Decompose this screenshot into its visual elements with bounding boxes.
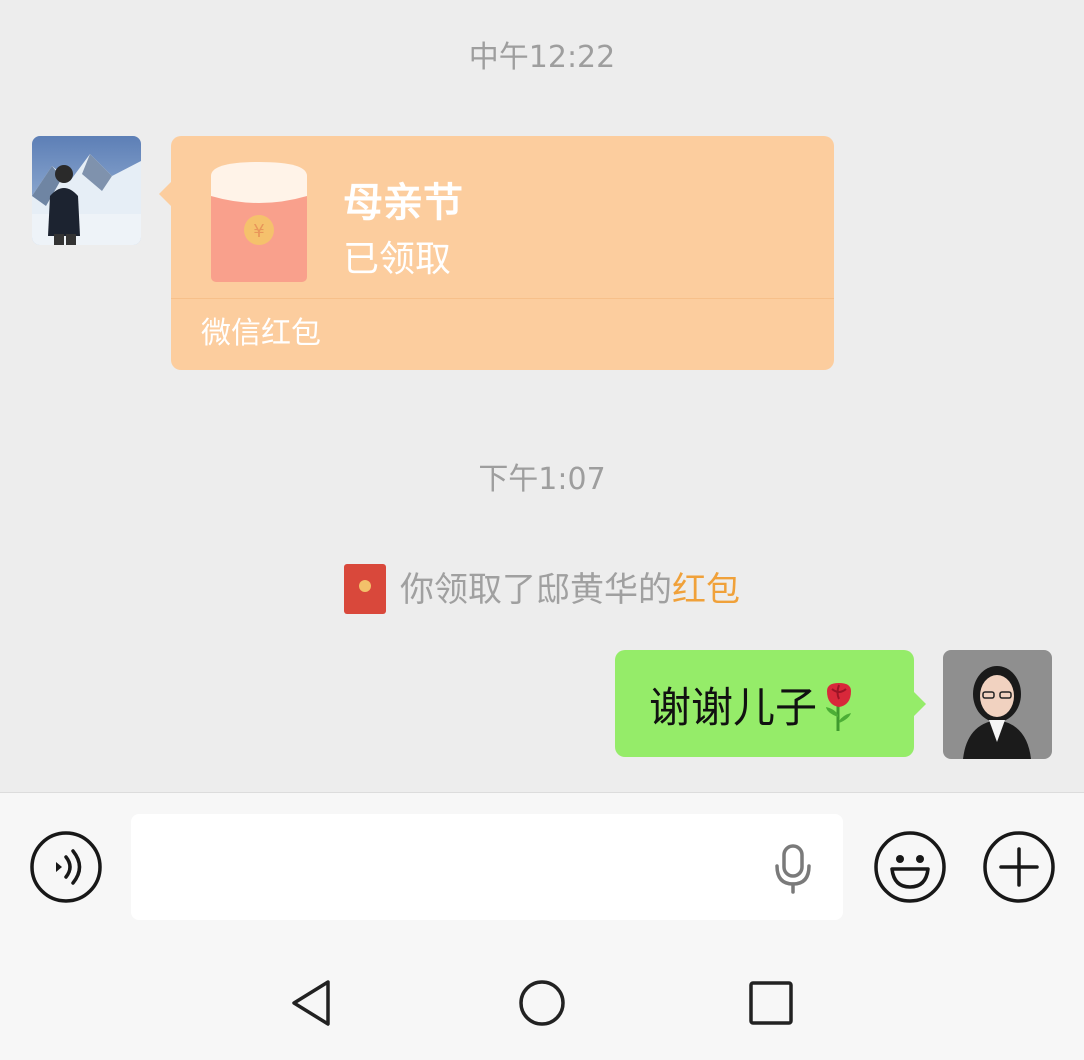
red-envelope-icon: ¥: [211, 162, 307, 282]
nav-recents-icon[interactable]: [746, 978, 796, 1028]
my-avatar[interactable]: [943, 650, 1052, 759]
voice-mode-icon[interactable]: [30, 831, 102, 903]
system-message-text: 你领取了邸黄华的: [400, 570, 672, 610]
nav-home-icon[interactable]: [517, 978, 567, 1028]
contact-avatar[interactable]: [32, 136, 141, 245]
red-packet-status: 已领取: [343, 239, 452, 280]
system-navigation-bar: [0, 938, 1084, 1060]
red-packet-card[interactable]: ¥ 母亲节 已领取 微信红包: [159, 136, 834, 370]
message-input[interactable]: [131, 814, 843, 920]
svg-text:¥: ¥: [253, 221, 264, 242]
chat-area[interactable]: 中午12:22 ¥ 母亲节 已领取 微信红包 下午1:07 你领取了邸黄华的红包…: [0, 0, 1084, 792]
input-bar: [0, 792, 1084, 939]
red-envelope-icon: [344, 563, 386, 614]
system-message: 你领取了邸黄华的红包: [0, 562, 1084, 617]
timestamp: 下午1:07: [478, 462, 606, 497]
rose-emoji-icon: [826, 682, 852, 731]
red-packet-title: 母亲节: [343, 180, 463, 226]
red-packet-link[interactable]: 红包: [672, 570, 740, 610]
microphone-icon[interactable]: [773, 844, 813, 894]
emoji-icon[interactable]: [874, 831, 946, 903]
timestamp: 中午12:22: [468, 40, 616, 75]
message-text: 谢谢儿子: [649, 683, 818, 732]
more-plus-icon[interactable]: [983, 831, 1055, 903]
nav-back-icon[interactable]: [286, 978, 336, 1028]
red-packet-label: 微信红包: [201, 316, 321, 351]
outgoing-message-bubble[interactable]: 谢谢儿子: [615, 650, 926, 757]
red-packet-divider: [171, 298, 834, 299]
